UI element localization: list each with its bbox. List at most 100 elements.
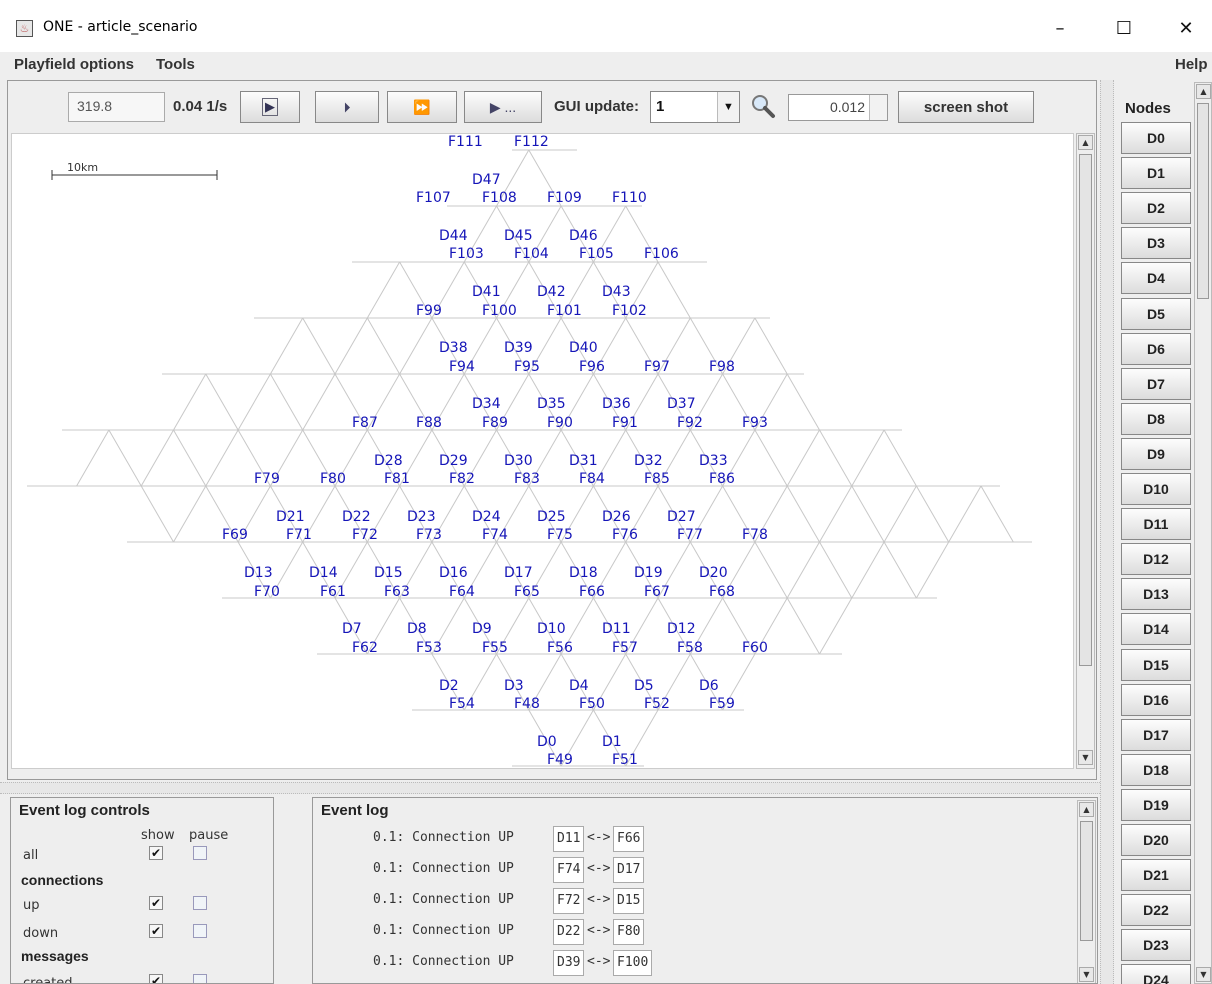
map-node-label[interactable]: D18 [569, 565, 598, 581]
node-button[interactable]: D21 [1121, 859, 1191, 892]
map-node-label[interactable]: D3 [504, 678, 524, 694]
map-node-label[interactable]: F110 [612, 190, 647, 206]
map-node-label[interactable]: F86 [709, 471, 735, 487]
play-until-button[interactable]: ▶ ... [464, 91, 542, 123]
map-node-label[interactable]: F74 [482, 527, 508, 543]
map-node-label[interactable]: D32 [634, 453, 663, 469]
map-node-label[interactable]: D20 [699, 565, 728, 581]
map-node-label[interactable]: F108 [482, 190, 517, 206]
map-node-label[interactable]: F54 [449, 696, 475, 712]
playfield-canvas[interactable]: 10km F111 F112 D47 F107 F108 F109 F110 D44 D45 D4… [11, 133, 1074, 769]
map-node-label[interactable]: D35 [537, 396, 566, 412]
map-node-label[interactable]: F56 [547, 640, 573, 656]
map-node-label[interactable]: D38 [439, 340, 468, 356]
event-node-a-button[interactable]: D22 [553, 919, 585, 945]
map-node-label[interactable]: D11 [602, 621, 631, 637]
map-node-label[interactable]: F72 [352, 527, 378, 543]
node-button[interactable]: D13 [1121, 578, 1191, 611]
map-node-label[interactable]: F57 [612, 640, 638, 656]
zoom-spinner-arrows[interactable] [869, 95, 887, 120]
node-button[interactable]: D11 [1121, 508, 1191, 541]
node-button[interactable]: D2 [1121, 192, 1191, 225]
map-node-label[interactable]: F91 [612, 415, 638, 431]
node-button[interactable]: D16 [1121, 683, 1191, 716]
map-node-label[interactable]: D31 [569, 453, 598, 469]
scroll-thumb[interactable] [1079, 154, 1092, 666]
node-button[interactable]: D8 [1121, 402, 1191, 435]
event-node-b-button[interactable]: D17 [613, 857, 645, 883]
pause-checkbox[interactable] [193, 924, 207, 938]
node-button[interactable]: D19 [1121, 788, 1191, 821]
map-node-label[interactable]: F94 [449, 359, 475, 375]
scroll-down-icon[interactable]: ▼ [1196, 967, 1211, 982]
event-log-scroll-thumb[interactable] [1080, 821, 1093, 941]
map-node-label[interactable]: D21 [276, 509, 305, 525]
close-button[interactable]: ✕ [1166, 14, 1206, 42]
map-node-label[interactable]: D43 [602, 284, 631, 300]
map-node-label[interactable]: F48 [514, 696, 540, 712]
map-node-label[interactable]: D46 [569, 228, 598, 244]
map-node-label[interactable]: F71 [286, 527, 312, 543]
node-button[interactable]: D10 [1121, 473, 1191, 505]
map-node-label[interactable]: D36 [602, 396, 631, 412]
map-node-label[interactable]: F92 [677, 415, 703, 431]
node-button[interactable]: D24 [1121, 964, 1191, 984]
map-node-label[interactable]: F79 [254, 471, 280, 487]
map-node-label[interactable]: D12 [667, 621, 696, 637]
event-node-a-button[interactable]: F72 [553, 888, 585, 914]
node-button[interactable]: D3 [1121, 227, 1191, 260]
map-node-label[interactable]: F53 [416, 640, 442, 656]
map-node-label[interactable]: F109 [547, 190, 582, 206]
map-node-label[interactable]: F63 [384, 584, 410, 600]
minimize-button[interactable]: – [1040, 14, 1080, 42]
node-button[interactable]: D1 [1121, 157, 1191, 190]
node-button[interactable]: D15 [1121, 648, 1191, 681]
map-node-label[interactable]: F82 [449, 471, 475, 487]
node-button[interactable]: D4 [1121, 262, 1191, 295]
zoom-spinner[interactable]: 0.012 [788, 94, 888, 121]
map-node-label[interactable]: F73 [416, 527, 442, 543]
show-checkbox[interactable]: ✔ [149, 896, 163, 910]
show-checkbox[interactable]: ✔ [149, 974, 163, 983]
map-node-label[interactable]: F70 [254, 584, 280, 600]
node-button[interactable]: D0 [1121, 122, 1191, 154]
map-node-label[interactable]: F88 [416, 415, 442, 431]
node-button[interactable]: D9 [1121, 437, 1191, 470]
map-node-label[interactable]: F96 [579, 359, 605, 375]
map-node-label[interactable]: F107 [416, 190, 451, 206]
map-node-label[interactable]: F98 [709, 359, 735, 375]
show-checkbox[interactable]: ✔ [149, 924, 163, 938]
map-node-label[interactable]: F49 [547, 752, 573, 768]
map-node-label[interactable]: F81 [384, 471, 410, 487]
node-button[interactable]: D6 [1121, 332, 1191, 365]
map-node-label[interactable]: F111 [448, 134, 483, 150]
fast-forward-button[interactable]: ⏩ [387, 91, 457, 123]
map-node-label[interactable]: D15 [374, 565, 403, 581]
map-node-label[interactable]: F83 [514, 471, 540, 487]
horizontal-splitter[interactable] [0, 782, 1104, 794]
map-node-label[interactable]: D6 [699, 678, 719, 694]
map-node-label[interactable]: F87 [352, 415, 378, 431]
step-button[interactable]: ⏵ [315, 91, 379, 123]
map-node-label[interactable]: D37 [667, 396, 696, 412]
vertical-splitter[interactable] [1100, 80, 1114, 984]
map-node-label[interactable]: F93 [742, 415, 768, 431]
map-node-label[interactable]: D2 [439, 678, 459, 694]
event-node-b-button[interactable]: F100 [613, 950, 653, 976]
node-button[interactable]: D23 [1121, 929, 1191, 962]
map-node-label[interactable]: D7 [342, 621, 362, 637]
map-node-label[interactable]: D23 [407, 509, 436, 525]
map-node-label[interactable]: F97 [644, 359, 670, 375]
event-node-b-button[interactable]: F66 [613, 826, 645, 852]
map-node-label[interactable]: D9 [472, 621, 492, 637]
map-node-label[interactable]: D27 [667, 509, 696, 525]
map-node-label[interactable]: F101 [547, 303, 582, 319]
map-node-label[interactable]: D47 [472, 172, 501, 188]
node-button[interactable]: D20 [1121, 824, 1191, 856]
map-node-label[interactable]: D1 [602, 734, 622, 750]
event-node-b-button[interactable]: D15 [613, 888, 645, 914]
map-node-label[interactable]: F84 [579, 471, 605, 487]
map-node-label[interactable]: D44 [439, 228, 468, 244]
map-node-label[interactable]: F105 [579, 246, 614, 262]
map-node-label[interactable]: D45 [504, 228, 533, 244]
